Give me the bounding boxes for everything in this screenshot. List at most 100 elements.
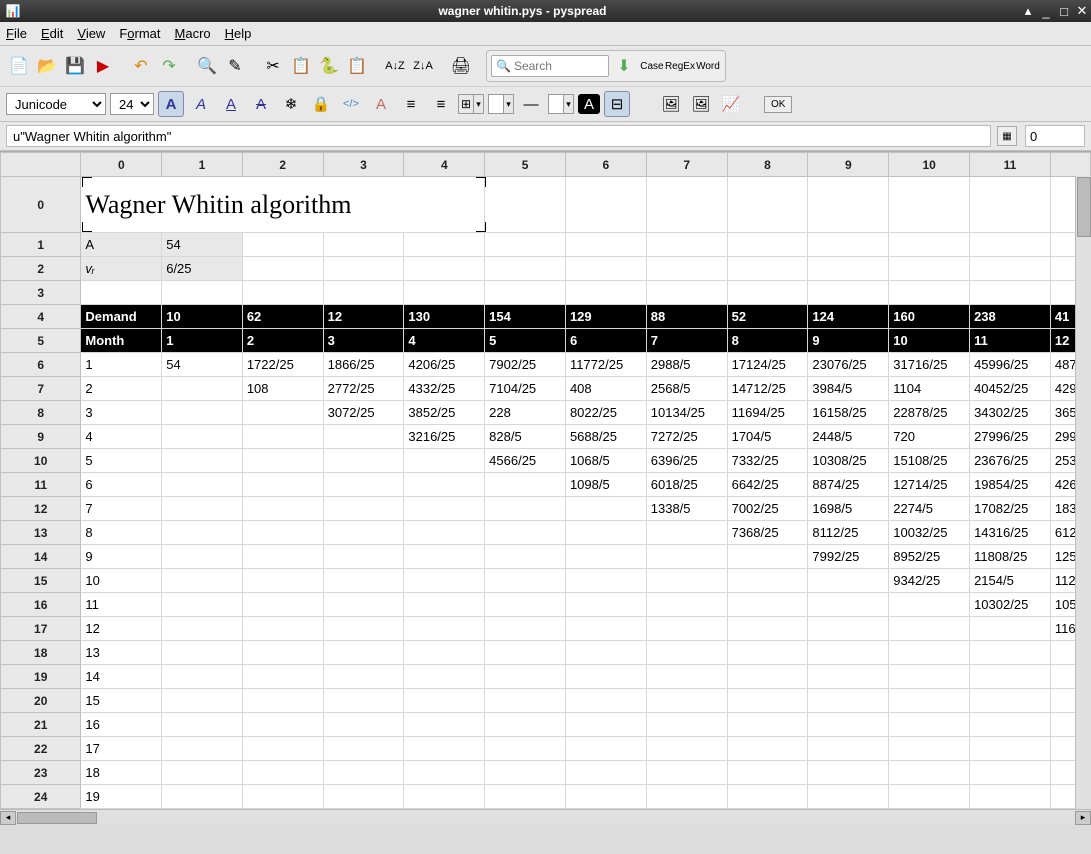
cell[interactable]: 54 <box>162 233 243 257</box>
cell[interactable] <box>646 281 727 305</box>
menu-help[interactable]: Help <box>225 26 252 41</box>
cell[interactable]: 3 <box>81 401 162 425</box>
cell[interactable] <box>323 593 404 617</box>
table-index[interactable] <box>1025 125 1085 147</box>
cell[interactable]: 10 <box>889 329 970 353</box>
cell[interactable] <box>242 425 323 449</box>
cell[interactable] <box>242 713 323 737</box>
cell[interactable]: 5 <box>485 329 566 353</box>
cell[interactable] <box>162 401 243 425</box>
roll-up-button[interactable]: ▴ <box>1021 3 1035 19</box>
cell[interactable]: 15108/25 <box>889 449 970 473</box>
cell[interactable]: 13 <box>81 641 162 665</box>
cell[interactable] <box>162 761 243 785</box>
cell[interactable]: 9 <box>81 545 162 569</box>
cell[interactable] <box>727 177 808 233</box>
cell[interactable] <box>485 665 566 689</box>
vertical-scrollbar[interactable] <box>1075 176 1091 809</box>
cell[interactable]: 2772/25 <box>323 377 404 401</box>
row-header[interactable]: 11 <box>1 473 81 497</box>
cell[interactable]: 2 <box>81 377 162 401</box>
col-header[interactable]: 1 <box>162 153 243 177</box>
cell[interactable] <box>323 425 404 449</box>
cell[interactable]: 14712/25 <box>727 377 808 401</box>
cell[interactable] <box>162 641 243 665</box>
cell[interactable]: 3984/5 <box>808 377 889 401</box>
cell[interactable]: 8022/25 <box>565 401 646 425</box>
undo-icon[interactable]: ↶ <box>128 53 154 79</box>
cell[interactable] <box>485 785 566 809</box>
cell[interactable] <box>404 449 485 473</box>
cell[interactable] <box>646 641 727 665</box>
cell[interactable]: 45996/25 <box>970 353 1051 377</box>
cell[interactable] <box>808 737 889 761</box>
cell[interactable] <box>242 785 323 809</box>
line-icon[interactable]: ― <box>518 91 544 117</box>
cell[interactable]: A <box>81 233 162 257</box>
col-header[interactable]: 9 <box>808 153 889 177</box>
cell[interactable] <box>565 593 646 617</box>
cell[interactable]: 11 <box>81 593 162 617</box>
cell[interactable]: 17082/25 <box>970 497 1051 521</box>
cell[interactable]: 7272/25 <box>646 425 727 449</box>
cell[interactable] <box>162 593 243 617</box>
cell[interactable]: 2988/5 <box>646 353 727 377</box>
chart-icon[interactable]: 📈 <box>718 91 744 117</box>
cell[interactable] <box>485 521 566 545</box>
title-cell[interactable]: Wagner Whitin algorithm <box>81 177 485 233</box>
cell[interactable] <box>646 713 727 737</box>
cell[interactable]: 12714/25 <box>889 473 970 497</box>
font-icon[interactable]: A <box>368 91 394 117</box>
cell[interactable] <box>485 737 566 761</box>
row-header[interactable]: 16 <box>1 593 81 617</box>
text-color-icon[interactable]: A <box>578 94 600 114</box>
cell[interactable]: vᵣ <box>81 257 162 281</box>
cell[interactable] <box>970 761 1051 785</box>
border-split[interactable]: ⊞▾ <box>458 94 484 114</box>
cell[interactable]: 27996/25 <box>970 425 1051 449</box>
cell[interactable]: 129 <box>565 305 646 329</box>
cell[interactable] <box>727 569 808 593</box>
cell[interactable]: 9342/25 <box>889 569 970 593</box>
cell[interactable]: 6396/25 <box>646 449 727 473</box>
cell[interactable] <box>970 665 1051 689</box>
cell[interactable] <box>404 569 485 593</box>
cell[interactable] <box>646 569 727 593</box>
cell[interactable]: 6642/25 <box>727 473 808 497</box>
search-down-icon[interactable]: ⬇ <box>611 53 637 79</box>
cell[interactable] <box>485 257 566 281</box>
cell[interactable] <box>565 281 646 305</box>
cell[interactable] <box>404 641 485 665</box>
cell[interactable]: 3 <box>323 329 404 353</box>
cell[interactable] <box>323 233 404 257</box>
cell[interactable]: 6 <box>81 473 162 497</box>
cell[interactable] <box>646 689 727 713</box>
row-header[interactable]: 22 <box>1 737 81 761</box>
menu-view[interactable]: View <box>77 26 105 41</box>
cell[interactable] <box>808 785 889 809</box>
cell[interactable] <box>323 569 404 593</box>
cell[interactable] <box>646 593 727 617</box>
cell[interactable]: 7 <box>646 329 727 353</box>
cell[interactable]: 4332/25 <box>404 377 485 401</box>
cell[interactable] <box>808 177 889 233</box>
cell[interactable] <box>404 737 485 761</box>
menu-file[interactable]: File <box>6 26 27 41</box>
row-header[interactable]: 20 <box>1 689 81 713</box>
cell[interactable]: 23076/25 <box>808 353 889 377</box>
cell[interactable]: 17 <box>81 737 162 761</box>
cell[interactable]: 3852/25 <box>404 401 485 425</box>
cell[interactable]: 2448/5 <box>808 425 889 449</box>
cell[interactable] <box>404 713 485 737</box>
scroll-right-icon[interactable]: ▸ <box>1075 811 1091 825</box>
cell[interactable] <box>808 233 889 257</box>
cell[interactable] <box>323 617 404 641</box>
cell[interactable]: Month <box>81 329 162 353</box>
row-header[interactable]: 12 <box>1 497 81 521</box>
row-header[interactable]: 4 <box>1 305 81 329</box>
cell[interactable] <box>889 761 970 785</box>
cell[interactable]: 2154/5 <box>970 569 1051 593</box>
cell[interactable] <box>323 737 404 761</box>
cell[interactable] <box>889 257 970 281</box>
search-box[interactable]: 🔍 <box>491 55 609 77</box>
